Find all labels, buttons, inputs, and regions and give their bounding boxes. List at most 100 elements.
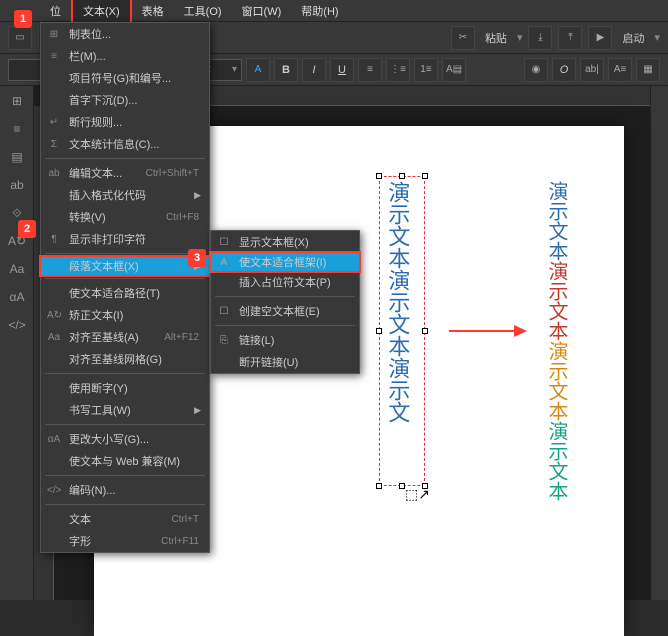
- menu-tools[interactable]: 工具(O): [174, 0, 232, 22]
- vertical-text-1: 演示文本演示文本演示文: [384, 181, 410, 423]
- tabs-icon: ⊞: [47, 29, 61, 40]
- badge-2: 2: [18, 220, 36, 238]
- menu-help[interactable]: 帮助(H): [291, 0, 348, 22]
- menu-separator: [45, 278, 205, 279]
- menu-dropcap[interactable]: 首字下沉(D)...: [41, 89, 209, 111]
- baseline-icon: Aa: [47, 332, 61, 343]
- menu-paragraph-frame[interactable]: 段落文本框(X)▶: [39, 255, 211, 277]
- menu-hyphenation[interactable]: 使用断字(Y): [41, 377, 209, 399]
- handle-mr[interactable]: [422, 328, 428, 334]
- menu-separator: [215, 296, 355, 297]
- menu-separator: [215, 325, 355, 326]
- bold-icon[interactable]: B: [274, 58, 298, 82]
- tool-7[interactable]: Aa: [2, 256, 32, 282]
- o-icon[interactable]: O: [552, 58, 576, 82]
- columns-icon: ≡: [47, 51, 61, 62]
- badge-3: 3: [188, 249, 206, 267]
- tool-8[interactable]: αA: [2, 284, 32, 310]
- menu-align-baseline[interactable]: Aa对齐至基线(A)Alt+F12: [41, 326, 209, 348]
- text-menu-dropdown: ⊞制表位... ≡栏(M)... 项目符号(G)和编号... 首字下沉(D)..…: [40, 22, 210, 553]
- frame-icon: ☐: [217, 237, 231, 248]
- stats-icon: Σ: [47, 139, 61, 150]
- menu-change-case[interactable]: αA更改大小写(G)...: [41, 428, 209, 450]
- import-icon[interactable]: ⤓: [528, 26, 552, 50]
- paste-button[interactable]: 粘贴: [481, 30, 511, 46]
- tool-1[interactable]: ⊞: [2, 88, 32, 114]
- tb-btn-1[interactable]: ▭: [8, 26, 32, 50]
- menu-linebreak[interactable]: ↵断行规则...: [41, 111, 209, 133]
- code-icon: </>: [47, 485, 61, 496]
- arrow-indicator: [449, 321, 529, 341]
- sub-fit-frame[interactable]: A使文本适合框架(I): [209, 251, 361, 273]
- menu-separator: [45, 475, 205, 476]
- menu-stats[interactable]: Σ文本统计信息(C)...: [41, 133, 209, 155]
- menu-window[interactable]: 窗口(W): [232, 0, 292, 22]
- sub-unlink: 断开链接(U): [211, 351, 359, 373]
- tool-3[interactable]: ▤: [2, 144, 32, 170]
- menu-web-compat[interactable]: 使文本与 Web 兼容(M): [41, 450, 209, 472]
- menu-straighten[interactable]: A↻矫正文本(I): [41, 304, 209, 326]
- handle-tr[interactable]: [422, 173, 428, 179]
- vertical-text-2: 演示文本演示文本演示文本演示文本: [544, 181, 568, 501]
- text-frame-selected[interactable]: 演示文本演示文本演示文 ⬚↗: [379, 176, 425, 486]
- menu-align-grid[interactable]: 对齐至基线网格(G): [41, 348, 209, 370]
- sub-create-empty: ☐创建空文本框(E): [211, 300, 359, 322]
- menu-separator: [45, 504, 205, 505]
- menu-columns[interactable]: ≡栏(M)...: [41, 45, 209, 67]
- tool-9[interactable]: </>: [2, 312, 32, 338]
- menu-separator: [45, 373, 205, 374]
- menu-show-nonprint[interactable]: ¶显示非打印字符: [41, 228, 209, 250]
- indent-icon[interactable]: A▤: [442, 58, 466, 82]
- text-frame-result: 演示文本演示文本演示文本演示文本: [544, 181, 576, 541]
- left-toolbar: ⊞ ≡ ▤ ab ⟐ A↻ Aa αA </>: [0, 86, 34, 600]
- paragraph-frame-submenu: ☐显示文本框(X) A使文本适合框架(I) 插入占位符文本(P) ☐创建空文本框…: [210, 230, 360, 374]
- menu-text-panel[interactable]: 文本Ctrl+T: [41, 508, 209, 530]
- italic-icon[interactable]: I: [302, 58, 326, 82]
- menu-edit-text[interactable]: ab编辑文本...Ctrl+Shift+T: [41, 162, 209, 184]
- crop-icon[interactable]: ✂: [451, 26, 475, 50]
- ab-icon[interactable]: ab|: [580, 58, 604, 82]
- menu-writing-tools[interactable]: 书写工具(W)▶: [41, 399, 209, 421]
- menu-insert-code[interactable]: 插入格式化代码▶: [41, 184, 209, 206]
- handle-tl[interactable]: [376, 173, 382, 179]
- launch-button[interactable]: 启动: [618, 30, 648, 46]
- sub-placeholder: 插入占位符文本(P): [211, 271, 359, 293]
- link-icon: ⎘: [217, 335, 231, 346]
- badge-1: 1: [14, 10, 32, 28]
- font-color[interactable]: A: [246, 58, 270, 82]
- export-icon[interactable]: ⤒: [558, 26, 582, 50]
- tool-2[interactable]: ≡: [2, 116, 32, 142]
- align-left-icon[interactable]: ≡: [358, 58, 382, 82]
- menu-fit-path[interactable]: 使文本适合路径(T): [41, 282, 209, 304]
- more-icon[interactable]: ▦: [636, 58, 660, 82]
- handle-ml[interactable]: [376, 328, 382, 334]
- menu-tabs[interactable]: ⊞制表位...: [41, 23, 209, 45]
- break-icon: ↵: [47, 117, 61, 128]
- underline-icon[interactable]: U: [330, 58, 354, 82]
- menu-convert: 转换(V)Ctrl+F8: [41, 206, 209, 228]
- play-icon[interactable]: ▶: [588, 26, 612, 50]
- menu-separator: [45, 424, 205, 425]
- handle-tm[interactable]: [399, 173, 405, 179]
- sub-link: ⎘链接(L): [211, 329, 359, 351]
- edit-icon: ab: [47, 168, 61, 179]
- menu-bullets[interactable]: 项目符号(G)和编号...: [41, 67, 209, 89]
- right-panel-edge: [650, 86, 668, 600]
- empty-icon: ☐: [217, 306, 231, 317]
- tool-4[interactable]: ab: [2, 172, 32, 198]
- para-icon: ¶: [47, 234, 61, 245]
- effect-icon[interactable]: ◉: [524, 58, 548, 82]
- align-text-icon[interactable]: A≡: [608, 58, 632, 82]
- menu-glyphs[interactable]: 字形Ctrl+F11: [41, 530, 209, 552]
- cursor-icon: ⬚↗: [405, 486, 430, 503]
- menu-placeholder[interactable]: 位: [40, 0, 71, 22]
- menu-text[interactable]: 文本(X): [71, 0, 132, 24]
- list-bullet-icon[interactable]: ⋮≡: [386, 58, 410, 82]
- menu-separator: [45, 158, 205, 159]
- list-number-icon[interactable]: 1≡: [414, 58, 438, 82]
- handle-bl[interactable]: [376, 483, 382, 489]
- menu-encoding[interactable]: </>编码(N)...: [41, 479, 209, 501]
- sub-show-frame[interactable]: ☐显示文本框(X): [211, 231, 359, 253]
- menubar: 位 文本(X) 表格 工具(O) 窗口(W) 帮助(H): [0, 0, 668, 22]
- menu-table[interactable]: 表格: [132, 0, 174, 22]
